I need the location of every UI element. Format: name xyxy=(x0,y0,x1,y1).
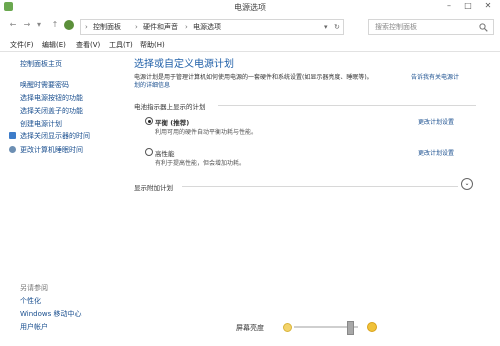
brightness-slider-thumb[interactable] xyxy=(347,321,354,335)
balanced-plan-radio[interactable] xyxy=(145,117,153,125)
minimize-button[interactable]: – xyxy=(440,0,458,12)
control-panel-icon xyxy=(64,20,74,30)
address-row: ← → ▾ ↑ › 控制面板 › 硬件和声音 › 电源选项 ▾ ↻ 搜索控制面板 xyxy=(0,14,500,38)
intro-link-part2[interactable]: 划的详细信息 xyxy=(134,80,170,89)
sidebar-item-lid-close[interactable]: 选择关闭盖子的功能 xyxy=(20,106,83,116)
back-button[interactable]: ← xyxy=(8,20,18,30)
sidebar-item-wake-password[interactable]: 唤醒时需要密码 xyxy=(20,80,69,90)
plans-group-label: 电池指示器上显示的计划 xyxy=(134,103,206,111)
breadcrumb-power-options[interactable]: 电源选项 xyxy=(193,23,221,32)
refresh-icon[interactable]: ↻ xyxy=(334,23,340,32)
brightness-label: 屏幕亮度 xyxy=(236,324,264,332)
balanced-change-settings-link[interactable]: 更改计划设置 xyxy=(418,117,454,126)
address-bar[interactable]: › 控制面板 › 硬件和声音 › 电源选项 ▾ ↻ xyxy=(80,19,344,35)
intro-link-part1[interactable]: 告诉我有关电源计 xyxy=(411,72,459,81)
display-icon xyxy=(9,132,16,139)
expand-chevron-icon[interactable]: ⌄ xyxy=(461,178,473,190)
see-also-label: 另请参阅 xyxy=(20,284,48,292)
sidebar-item-power-button[interactable]: 选择电源按钮的功能 xyxy=(20,93,83,103)
menu-edit[interactable]: 编辑(E) xyxy=(42,40,66,50)
sidebar-control-panel-home[interactable]: 控制面板主页 xyxy=(20,59,62,69)
search-box[interactable]: 搜索控制面板 xyxy=(368,19,494,35)
high-performance-plan-name[interactable]: 高性能 xyxy=(155,148,175,158)
up-button[interactable]: ↑ xyxy=(50,20,60,30)
see-also-mobility-center[interactable]: Windows 移动中心 xyxy=(20,309,81,319)
sidebar-item-display-off[interactable]: 选择关闭显示器的时间 xyxy=(20,131,90,141)
balanced-plan-name[interactable]: 平衡 (推荐) xyxy=(155,117,189,127)
sleep-moon-icon xyxy=(9,146,16,153)
dim-sun-icon xyxy=(283,323,292,332)
menu-file[interactable]: 文件(F) xyxy=(10,40,34,50)
close-button[interactable]: ✕ xyxy=(479,0,497,12)
bright-sun-icon xyxy=(367,322,377,332)
breadcrumb-hardware-sound[interactable]: 硬件和声音 xyxy=(143,23,178,32)
page-title: 选择或自定义电源计划 xyxy=(134,59,234,70)
sidebar-item-create-plan[interactable]: 创建电源计划 xyxy=(20,119,62,129)
breadcrumb-sep: › xyxy=(185,23,188,31)
sidebar-item-sleep-time[interactable]: 更改计算机睡眠时间 xyxy=(20,145,83,155)
maximize-button[interactable]: □ xyxy=(459,0,477,12)
high-performance-change-settings-link[interactable]: 更改计划设置 xyxy=(418,148,454,157)
search-input[interactable]: 搜索控制面板 xyxy=(375,23,417,32)
breadcrumb-control-panel[interactable]: 控制面板 xyxy=(93,23,121,32)
additional-plans-divider xyxy=(182,186,458,187)
high-performance-plan-radio[interactable] xyxy=(145,148,153,156)
breadcrumb-sep: › xyxy=(85,23,88,31)
menu-view[interactable]: 查看(V) xyxy=(76,40,100,50)
see-also-personalization[interactable]: 个性化 xyxy=(20,296,41,306)
menu-help[interactable]: 帮助(H) xyxy=(140,40,165,50)
menu-bar: 文件(F) 编辑(E) 查看(V) 工具(T) 帮助(H) xyxy=(0,38,500,50)
show-additional-plans-label[interactable]: 显示附加计划 xyxy=(134,182,173,192)
recent-pages-dropdown[interactable]: ▾ xyxy=(34,20,44,30)
balanced-plan-desc: 利用可用的硬件自动平衡功耗与性能。 xyxy=(155,129,258,136)
see-also-user-accounts[interactable]: 用户帐户 xyxy=(20,322,48,332)
address-dropdown-icon[interactable]: ▾ xyxy=(324,23,328,32)
breadcrumb-sep: › xyxy=(135,23,138,31)
search-icon[interactable] xyxy=(479,23,488,32)
menu-tools[interactable]: 工具(T) xyxy=(109,40,133,50)
high-performance-plan-desc: 有利于提高性能，但会增加功耗。 xyxy=(155,160,246,167)
forward-button[interactable]: → xyxy=(22,20,32,30)
window-title: 电源选项 xyxy=(234,3,266,12)
group-divider xyxy=(218,105,476,106)
divider xyxy=(0,51,500,52)
title-bar: 电源选项 – □ ✕ xyxy=(0,0,500,14)
